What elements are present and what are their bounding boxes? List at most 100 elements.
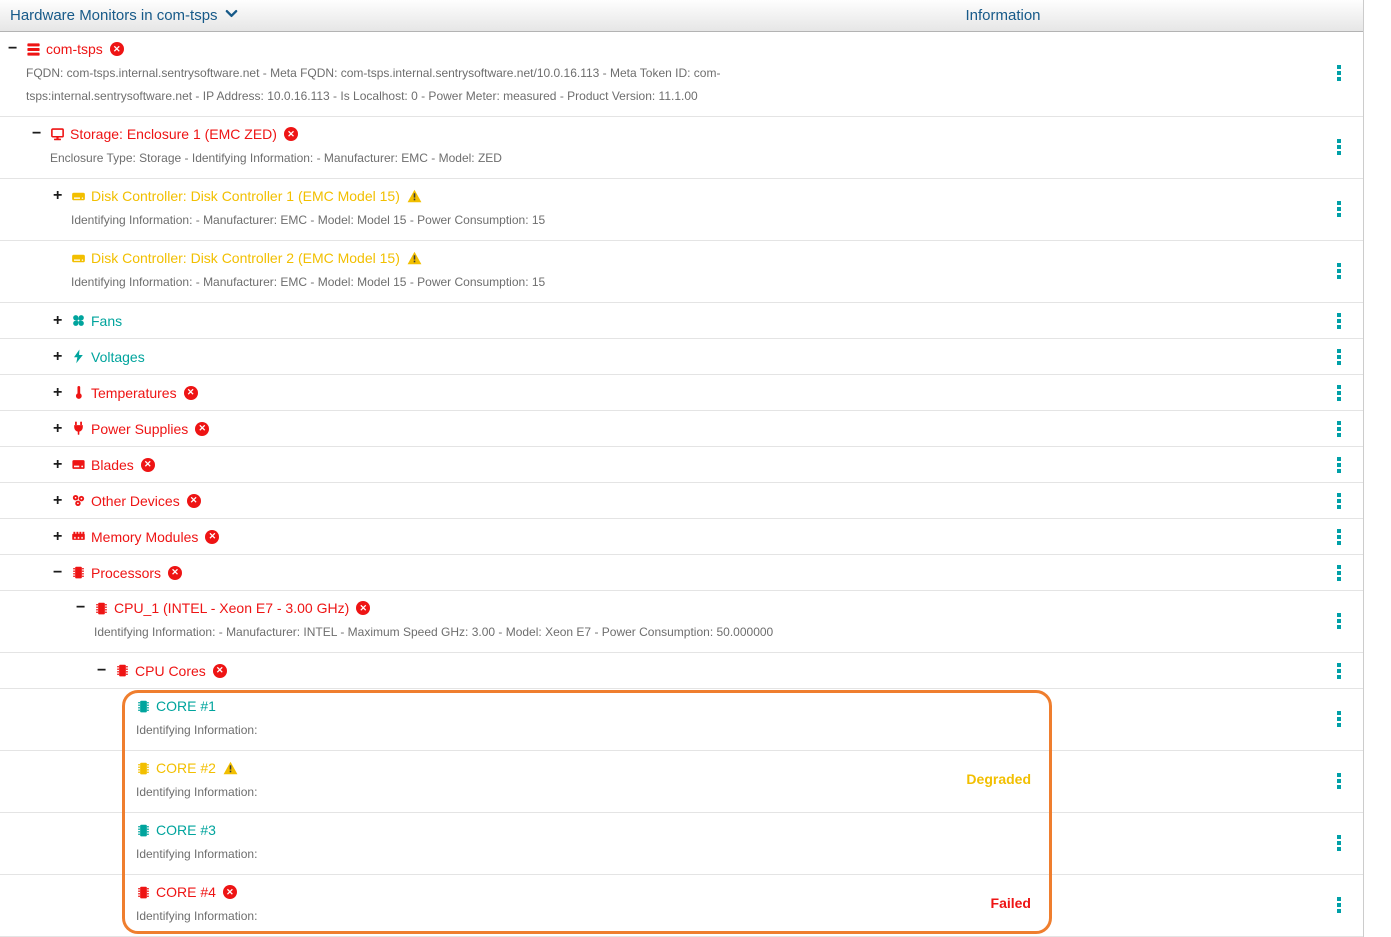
tree-node-core-4: CORE #4✕Identifying Information:Failed	[0, 875, 1363, 937]
kebab-menu-icon[interactable]	[1315, 375, 1363, 410]
cpu-chip-icon	[115, 663, 135, 678]
warning-badge-icon	[407, 189, 422, 203]
kebab-menu-icon[interactable]	[1315, 597, 1363, 644]
tree-node-other-devices: + Other Devices ✕	[0, 483, 1363, 519]
collapse-toggle[interactable]: −	[53, 566, 71, 580]
kebab-menu-icon[interactable]	[1315, 411, 1363, 446]
chevron-down-icon	[225, 7, 238, 24]
monitors-title-dropdown[interactable]: Hardware Monitors in com-tsps	[10, 0, 238, 31]
kebab-menu-icon[interactable]	[1315, 483, 1363, 518]
failed-badge-icon: ✕	[141, 458, 155, 472]
kebab-menu-icon[interactable]	[1315, 757, 1363, 804]
node-label[interactable]: Disk Controller: Disk Controller 2 (EMC …	[91, 250, 400, 266]
node-label[interactable]: Storage: Enclosure 1 (EMC ZED)	[70, 126, 277, 142]
kebab-menu-icon[interactable]	[1315, 247, 1363, 294]
panel-header: Hardware Monitors in com-tsps Informatio…	[0, 0, 1363, 32]
failed-badge-icon: ✕	[284, 127, 298, 141]
blade-icon	[71, 457, 91, 472]
node-details: Identifying Information: - Manufacturer:…	[71, 271, 829, 294]
node-label[interactable]: CORE #2	[156, 760, 216, 776]
node-label[interactable]: CPU Cores	[135, 663, 206, 679]
node-details: Identifying Information:	[136, 781, 894, 804]
kebab-menu-icon[interactable]	[1315, 695, 1363, 742]
node-details: Enclosure Type: Storage - Identifying In…	[50, 147, 808, 170]
expand-toggle[interactable]: +	[53, 189, 71, 203]
disk-icon	[71, 251, 91, 266]
collapse-toggle[interactable]: −	[76, 601, 94, 615]
expand-toggle[interactable]: +	[53, 530, 71, 544]
tree-node-cpu-cores: − CPU Cores ✕	[0, 653, 1363, 689]
expand-toggle[interactable]: +	[53, 314, 71, 328]
node-label[interactable]: CORE #4	[156, 884, 216, 900]
tree-node-com-tsps: −com-tsps✕FQDN: com-tsps.internal.sentry…	[0, 32, 1363, 117]
node-details: Identifying Information:	[136, 905, 894, 928]
cpu-cores-group: CORE #1 Identifying Information: CORE #2 Id…	[0, 689, 1363, 937]
expand-toggle[interactable]: +	[53, 494, 71, 508]
expand-toggle[interactable]: +	[53, 458, 71, 472]
status-label: Degraded	[966, 771, 1031, 787]
thermometer-icon	[71, 385, 91, 400]
panel-title: Hardware Monitors in com-tsps	[10, 7, 218, 24]
kebab-menu-icon[interactable]	[1315, 185, 1363, 232]
node-label[interactable]: Voltages	[91, 349, 145, 365]
node-label[interactable]: Blades	[91, 457, 134, 473]
kebab-menu-icon[interactable]	[1315, 881, 1363, 928]
kebab-menu-icon[interactable]	[1315, 123, 1363, 170]
node-details: Identifying Information:	[136, 843, 894, 866]
kebab-menu-icon[interactable]	[1315, 303, 1363, 338]
kebab-menu-icon[interactable]	[1315, 339, 1363, 374]
memory-icon	[71, 529, 91, 544]
kebab-menu-icon[interactable]	[1315, 555, 1363, 590]
tree-node-processors: − Processors ✕	[0, 555, 1363, 591]
kebab-menu-icon[interactable]	[1315, 653, 1363, 688]
node-label[interactable]: CPU_1 (INTEL - Xeon E7 - 3.00 GHz)	[114, 600, 349, 616]
node-details: Identifying Information: - Manufacturer:…	[94, 621, 852, 644]
expand-toggle[interactable]: +	[53, 350, 71, 364]
information-column-header: Information	[965, 0, 1040, 31]
node-label[interactable]: Disk Controller: Disk Controller 1 (EMC …	[91, 188, 400, 204]
hardware-monitors-panel: Hardware Monitors in com-tsps Informatio…	[0, 0, 1364, 937]
disk-icon	[71, 189, 91, 204]
kebab-menu-icon[interactable]	[1315, 38, 1363, 108]
expand-toggle[interactable]: +	[53, 386, 71, 400]
node-label[interactable]: com-tsps	[46, 41, 103, 57]
host-icon	[26, 42, 46, 57]
cpu-chip-icon	[71, 565, 91, 580]
tree-node-core-3: CORE #3 Identifying Information:	[0, 813, 1363, 875]
node-label[interactable]: Memory Modules	[91, 529, 198, 545]
failed-badge-icon: ✕	[195, 422, 209, 436]
node-label[interactable]: Processors	[91, 565, 161, 581]
tree-node-power-supplies: + Power Supplies ✕	[0, 411, 1363, 447]
collapse-toggle[interactable]: −	[97, 664, 115, 678]
bolt-icon	[71, 349, 91, 364]
kebab-menu-icon[interactable]	[1315, 519, 1363, 554]
failed-badge-icon: ✕	[223, 885, 237, 899]
node-label[interactable]: Temperatures	[91, 385, 177, 401]
warning-badge-icon	[223, 761, 238, 775]
monitors-tree: −com-tsps✕FQDN: com-tsps.internal.sentry…	[0, 32, 1363, 937]
node-label[interactable]: Fans	[91, 313, 122, 329]
cpu-chip-icon	[136, 823, 156, 838]
power-plug-icon	[71, 421, 91, 436]
expand-toggle[interactable]: +	[53, 422, 71, 436]
kebab-menu-icon[interactable]	[1315, 819, 1363, 866]
node-label[interactable]: CORE #3	[156, 822, 216, 838]
tree-node-cpu-1-intel-xeon-e7-3-00-ghz: −CPU_1 (INTEL - Xeon E7 - 3.00 GHz)✕Iden…	[0, 591, 1363, 653]
tree-node-core-1: CORE #1 Identifying Information:	[0, 689, 1363, 751]
failed-badge-icon: ✕	[213, 664, 227, 678]
collapse-toggle[interactable]: −	[8, 42, 26, 56]
cpu-chip-icon	[136, 761, 156, 776]
node-label[interactable]: Power Supplies	[91, 421, 188, 437]
cpu-chip-icon	[136, 885, 156, 900]
failed-badge-icon: ✕	[168, 566, 182, 580]
failed-badge-icon: ✕	[187, 494, 201, 508]
collapse-toggle[interactable]: −	[32, 127, 50, 141]
node-label[interactable]: CORE #1	[156, 698, 216, 714]
node-label[interactable]: Other Devices	[91, 493, 180, 509]
kebab-menu-icon[interactable]	[1315, 447, 1363, 482]
cpu-chip-icon	[94, 601, 114, 616]
tree-node-memory-modules: +Memory Modules✕	[0, 519, 1363, 555]
tree-node-fans: + Fans	[0, 303, 1363, 339]
node-details: Identifying Information:	[136, 719, 894, 742]
tree-node-storage-enclosure-1-emc-zed: − Storage: Enclosure 1 (EMC ZED) ✕ Enclosur…	[0, 117, 1363, 179]
